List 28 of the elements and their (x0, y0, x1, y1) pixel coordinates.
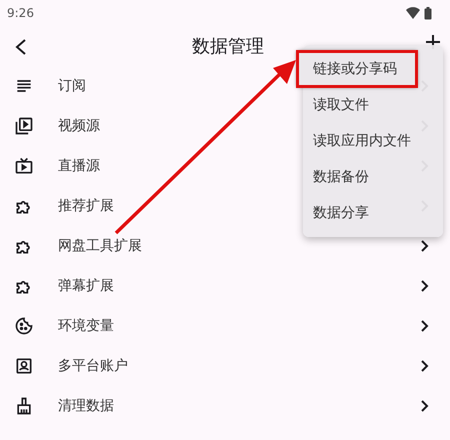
menu-item[interactable]: 数据分享 (303, 195, 443, 231)
video-stack-icon (14, 116, 34, 136)
list-item[interactable]: 直播源 (58, 158, 100, 174)
list-item[interactable]: 网盘工具扩展 (58, 238, 142, 254)
cookie-icon (14, 316, 34, 336)
list-item[interactable]: 清理数据 (58, 398, 114, 414)
chevron-icon (420, 240, 430, 252)
page-title: 数据管理 (191, 34, 265, 58)
list-item[interactable]: 弹幕扩展 (58, 278, 114, 294)
list-item[interactable]: 订阅 (58, 78, 86, 94)
back-icon (14, 38, 28, 56)
list-item[interactable]: 视频源 (58, 118, 100, 134)
account-icon (14, 356, 34, 376)
menu-item[interactable]: 数据备份 (303, 159, 443, 195)
status-time: 9:26 (7, 5, 34, 22)
list-item[interactable]: 推荐扩展 (58, 198, 114, 214)
battery-icon (424, 6, 432, 20)
chevron-icon (420, 320, 430, 332)
list-item[interactable]: 多平台账户 (58, 358, 128, 374)
chevron-icon (420, 400, 430, 412)
tv-icon (14, 156, 34, 176)
list-item[interactable]: 环境变量 (58, 318, 114, 334)
menu-item[interactable]: 读取文件 (303, 87, 443, 123)
chevron-icon (420, 280, 430, 292)
menu-item[interactable]: 读取应用内文件 (303, 123, 443, 159)
menu-item[interactable]: 链接或分享码 (297, 51, 417, 87)
wifi-icon (406, 7, 420, 19)
chevron-icon (420, 360, 430, 372)
